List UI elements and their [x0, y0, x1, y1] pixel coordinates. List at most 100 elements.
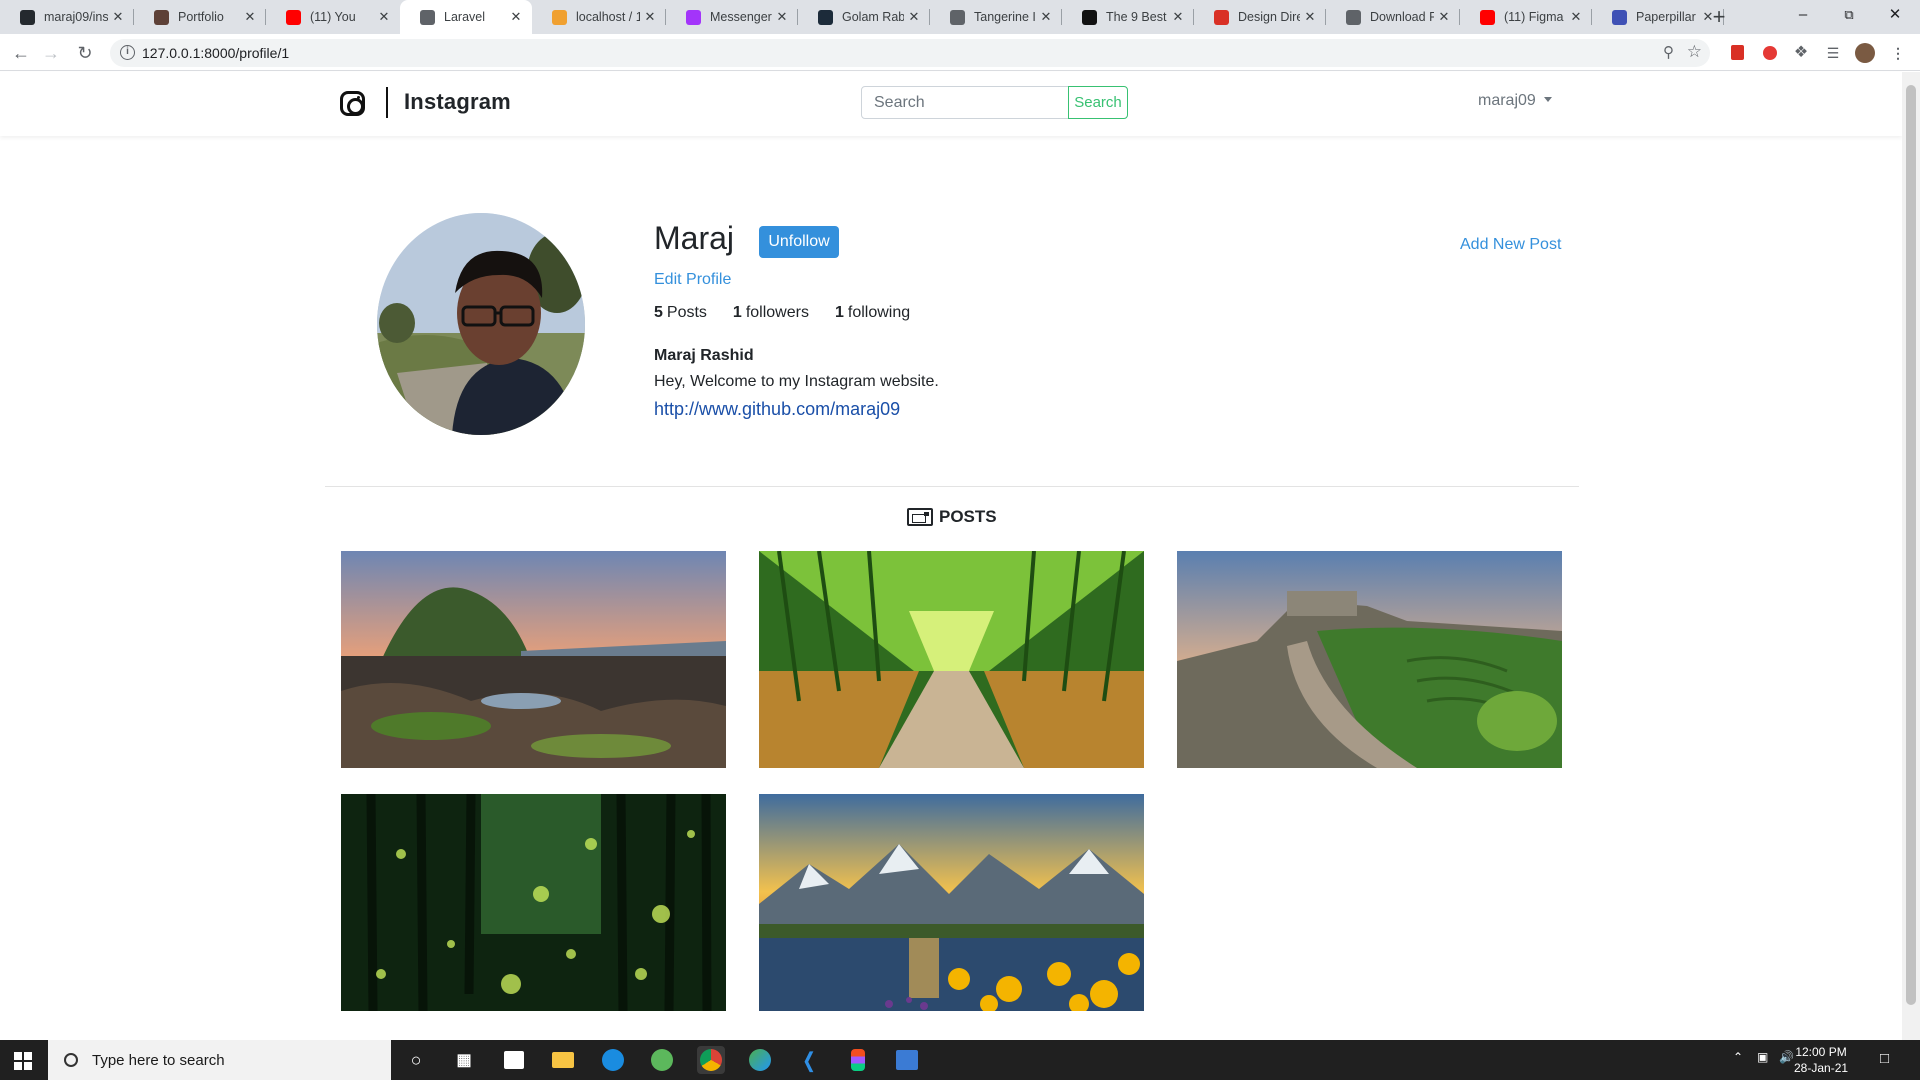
- task-view-icon[interactable]: ▦: [450, 1046, 478, 1074]
- tab-close-icon[interactable]: ✕: [1168, 9, 1188, 25]
- extension-red-icon[interactable]: [1730, 45, 1744, 60]
- tab-close-icon[interactable]: ✕: [240, 9, 260, 25]
- add-new-post-link[interactable]: Add New Post: [1460, 236, 1561, 254]
- user-dropdown[interactable]: maraj09: [1478, 92, 1552, 110]
- phpmyadmin-icon: [552, 9, 567, 25]
- unfollow-button[interactable]: Unfollow: [759, 226, 839, 258]
- upwork-icon[interactable]: [651, 1049, 673, 1071]
- following-label: following: [847, 304, 911, 321]
- figma-icon[interactable]: [851, 1049, 865, 1071]
- followers-count: 1: [732, 304, 742, 321]
- browser-tab[interactable]: The 9 Best U✕: [1062, 0, 1194, 34]
- tab-title: (11) Figma T: [1504, 10, 1566, 24]
- taskbar-search[interactable]: Type here to search: [48, 1040, 391, 1080]
- close-window-icon[interactable]: ✕: [1872, 0, 1918, 32]
- globe-icon: [1346, 9, 1361, 25]
- extension-shield-icon[interactable]: [1763, 46, 1777, 60]
- instagram-logo-icon[interactable]: [340, 91, 365, 116]
- notification-icon[interactable]: □: [1880, 1050, 1889, 1067]
- post-thumbnail[interactable]: [759, 794, 1144, 1011]
- profile-avatar: [377, 213, 585, 435]
- posts-count: 5: [654, 304, 663, 321]
- post-thumbnail[interactable]: [1177, 551, 1562, 768]
- tab-title: Paperpillar: [1636, 10, 1696, 24]
- browser-tab[interactable]: Download F ✕: [1326, 0, 1460, 34]
- tab-close-icon[interactable]: ✕: [640, 9, 660, 25]
- search-button[interactable]: Search: [1068, 86, 1128, 119]
- tab-close-icon[interactable]: ✕: [904, 9, 924, 25]
- reload-icon[interactable]: ↻: [74, 43, 96, 63]
- taskbar-clock[interactable]: 12:00 PM 28-Jan-21: [1794, 1044, 1848, 1076]
- clock-date: 28-Jan-21: [1794, 1061, 1849, 1075]
- tab-close-icon[interactable]: ✕: [1300, 9, 1320, 25]
- globe-icon: [420, 9, 435, 25]
- network-icon[interactable]: ▣: [1757, 1050, 1768, 1064]
- browser-tab[interactable]: Portfolio ✕: [134, 0, 266, 34]
- browser-tab[interactable]: Tangerine In ✕: [930, 0, 1062, 34]
- chrome-icon[interactable]: [700, 1049, 722, 1071]
- tab-close-icon[interactable]: ✕: [506, 9, 526, 25]
- tab-title: Golam Rabb: [842, 10, 904, 24]
- tray-chevron-icon[interactable]: ⌃: [1733, 1050, 1743, 1064]
- browser-tab[interactable]: Golam Rabb✕: [798, 0, 930, 34]
- volume-icon[interactable]: 🔊: [1779, 1050, 1794, 1064]
- tab-close-icon[interactable]: ✕: [1566, 9, 1586, 25]
- restore-icon[interactable]: ⧉: [1826, 0, 1872, 32]
- minimize-icon[interactable]: –: [1780, 0, 1826, 32]
- tab-title: Design Direc: [1238, 10, 1300, 24]
- edge-icon[interactable]: [602, 1049, 624, 1071]
- site-info-icon[interactable]: i: [120, 45, 135, 60]
- cf-icon: [1082, 9, 1097, 25]
- profile-website-link[interactable]: http://www.github.com/maraj09: [654, 399, 900, 420]
- edit-profile-link[interactable]: Edit Profile: [654, 271, 731, 289]
- browser-tab[interactable]: (11) You ✕: [266, 0, 400, 34]
- vscode-icon[interactable]: ❬: [795, 1046, 823, 1074]
- tab-title: Tangerine In: [974, 10, 1036, 24]
- brand-divider: [386, 87, 388, 118]
- brand-name[interactable]: Instagram: [404, 89, 511, 115]
- photos-icon[interactable]: [896, 1050, 918, 1070]
- store-icon[interactable]: [504, 1051, 524, 1069]
- search-icon: [64, 1053, 78, 1067]
- forward-icon[interactable]: →: [40, 43, 62, 63]
- browser-tab[interactable]: maraj09/inst ✕: [0, 0, 134, 34]
- scrollbar-thumb[interactable]: [1906, 85, 1916, 1005]
- tab-close-icon[interactable]: ✕: [1434, 9, 1454, 25]
- profile-avatar-icon[interactable]: [1855, 43, 1875, 63]
- browser-tab[interactable]: Paperpillar ✕: [1592, 0, 1724, 34]
- back-icon[interactable]: ←: [10, 43, 32, 63]
- profile-username: Maraj: [654, 220, 735, 256]
- tab-title: Laravel: [444, 10, 485, 24]
- post-thumbnail[interactable]: [759, 551, 1144, 768]
- youtube-icon: [1480, 9, 1495, 25]
- file-explorer-icon[interactable]: [552, 1052, 574, 1068]
- zoom-icon[interactable]: ⚲: [1663, 43, 1674, 61]
- tab-close-icon[interactable]: ✕: [1036, 9, 1056, 25]
- post-thumbnail[interactable]: [341, 794, 726, 1011]
- posts-heading-label: POSTS: [939, 507, 997, 526]
- media-control-icon[interactable]: ☰: [1823, 43, 1843, 63]
- tab-close-icon[interactable]: ✕: [374, 9, 394, 25]
- browser-tab[interactable]: localhost / 1 ✕: [532, 0, 666, 34]
- menu-dots-icon[interactable]: ⋮: [1888, 43, 1908, 63]
- posts-image-icon: [907, 508, 933, 526]
- new-tab-button[interactable]: +: [1707, 5, 1731, 29]
- address-bar[interactable]: i 127.0.0.1:8000/profile/1 ⚲ ☆: [110, 39, 1710, 67]
- bookmark-star-icon[interactable]: ☆: [1687, 42, 1702, 62]
- tab-close-icon[interactable]: ✕: [108, 9, 128, 25]
- browser-tab[interactable]: Laravel ✕: [400, 0, 532, 34]
- address-url: 127.0.0.1:8000/profile/1: [142, 45, 290, 61]
- extensions-puzzle-icon[interactable]: ❖: [1791, 43, 1811, 63]
- search-input[interactable]: [861, 86, 1070, 119]
- edge-dev-icon[interactable]: [749, 1049, 771, 1071]
- cortana-icon[interactable]: ○: [402, 1046, 430, 1074]
- tab-close-icon[interactable]: ✕: [772, 9, 792, 25]
- tab-title: The 9 Best U: [1106, 10, 1168, 24]
- posts-stat: 5 Posts: [654, 304, 707, 322]
- browser-tab[interactable]: Design Direc✕: [1194, 0, 1326, 34]
- browser-tab[interactable]: (11) Figma T✕: [1460, 0, 1592, 34]
- tab-title: Messenger: [710, 10, 772, 24]
- post-thumbnail[interactable]: [341, 551, 726, 768]
- browser-tab[interactable]: Messenger ✕: [666, 0, 798, 34]
- windows-start-icon[interactable]: [14, 1052, 32, 1070]
